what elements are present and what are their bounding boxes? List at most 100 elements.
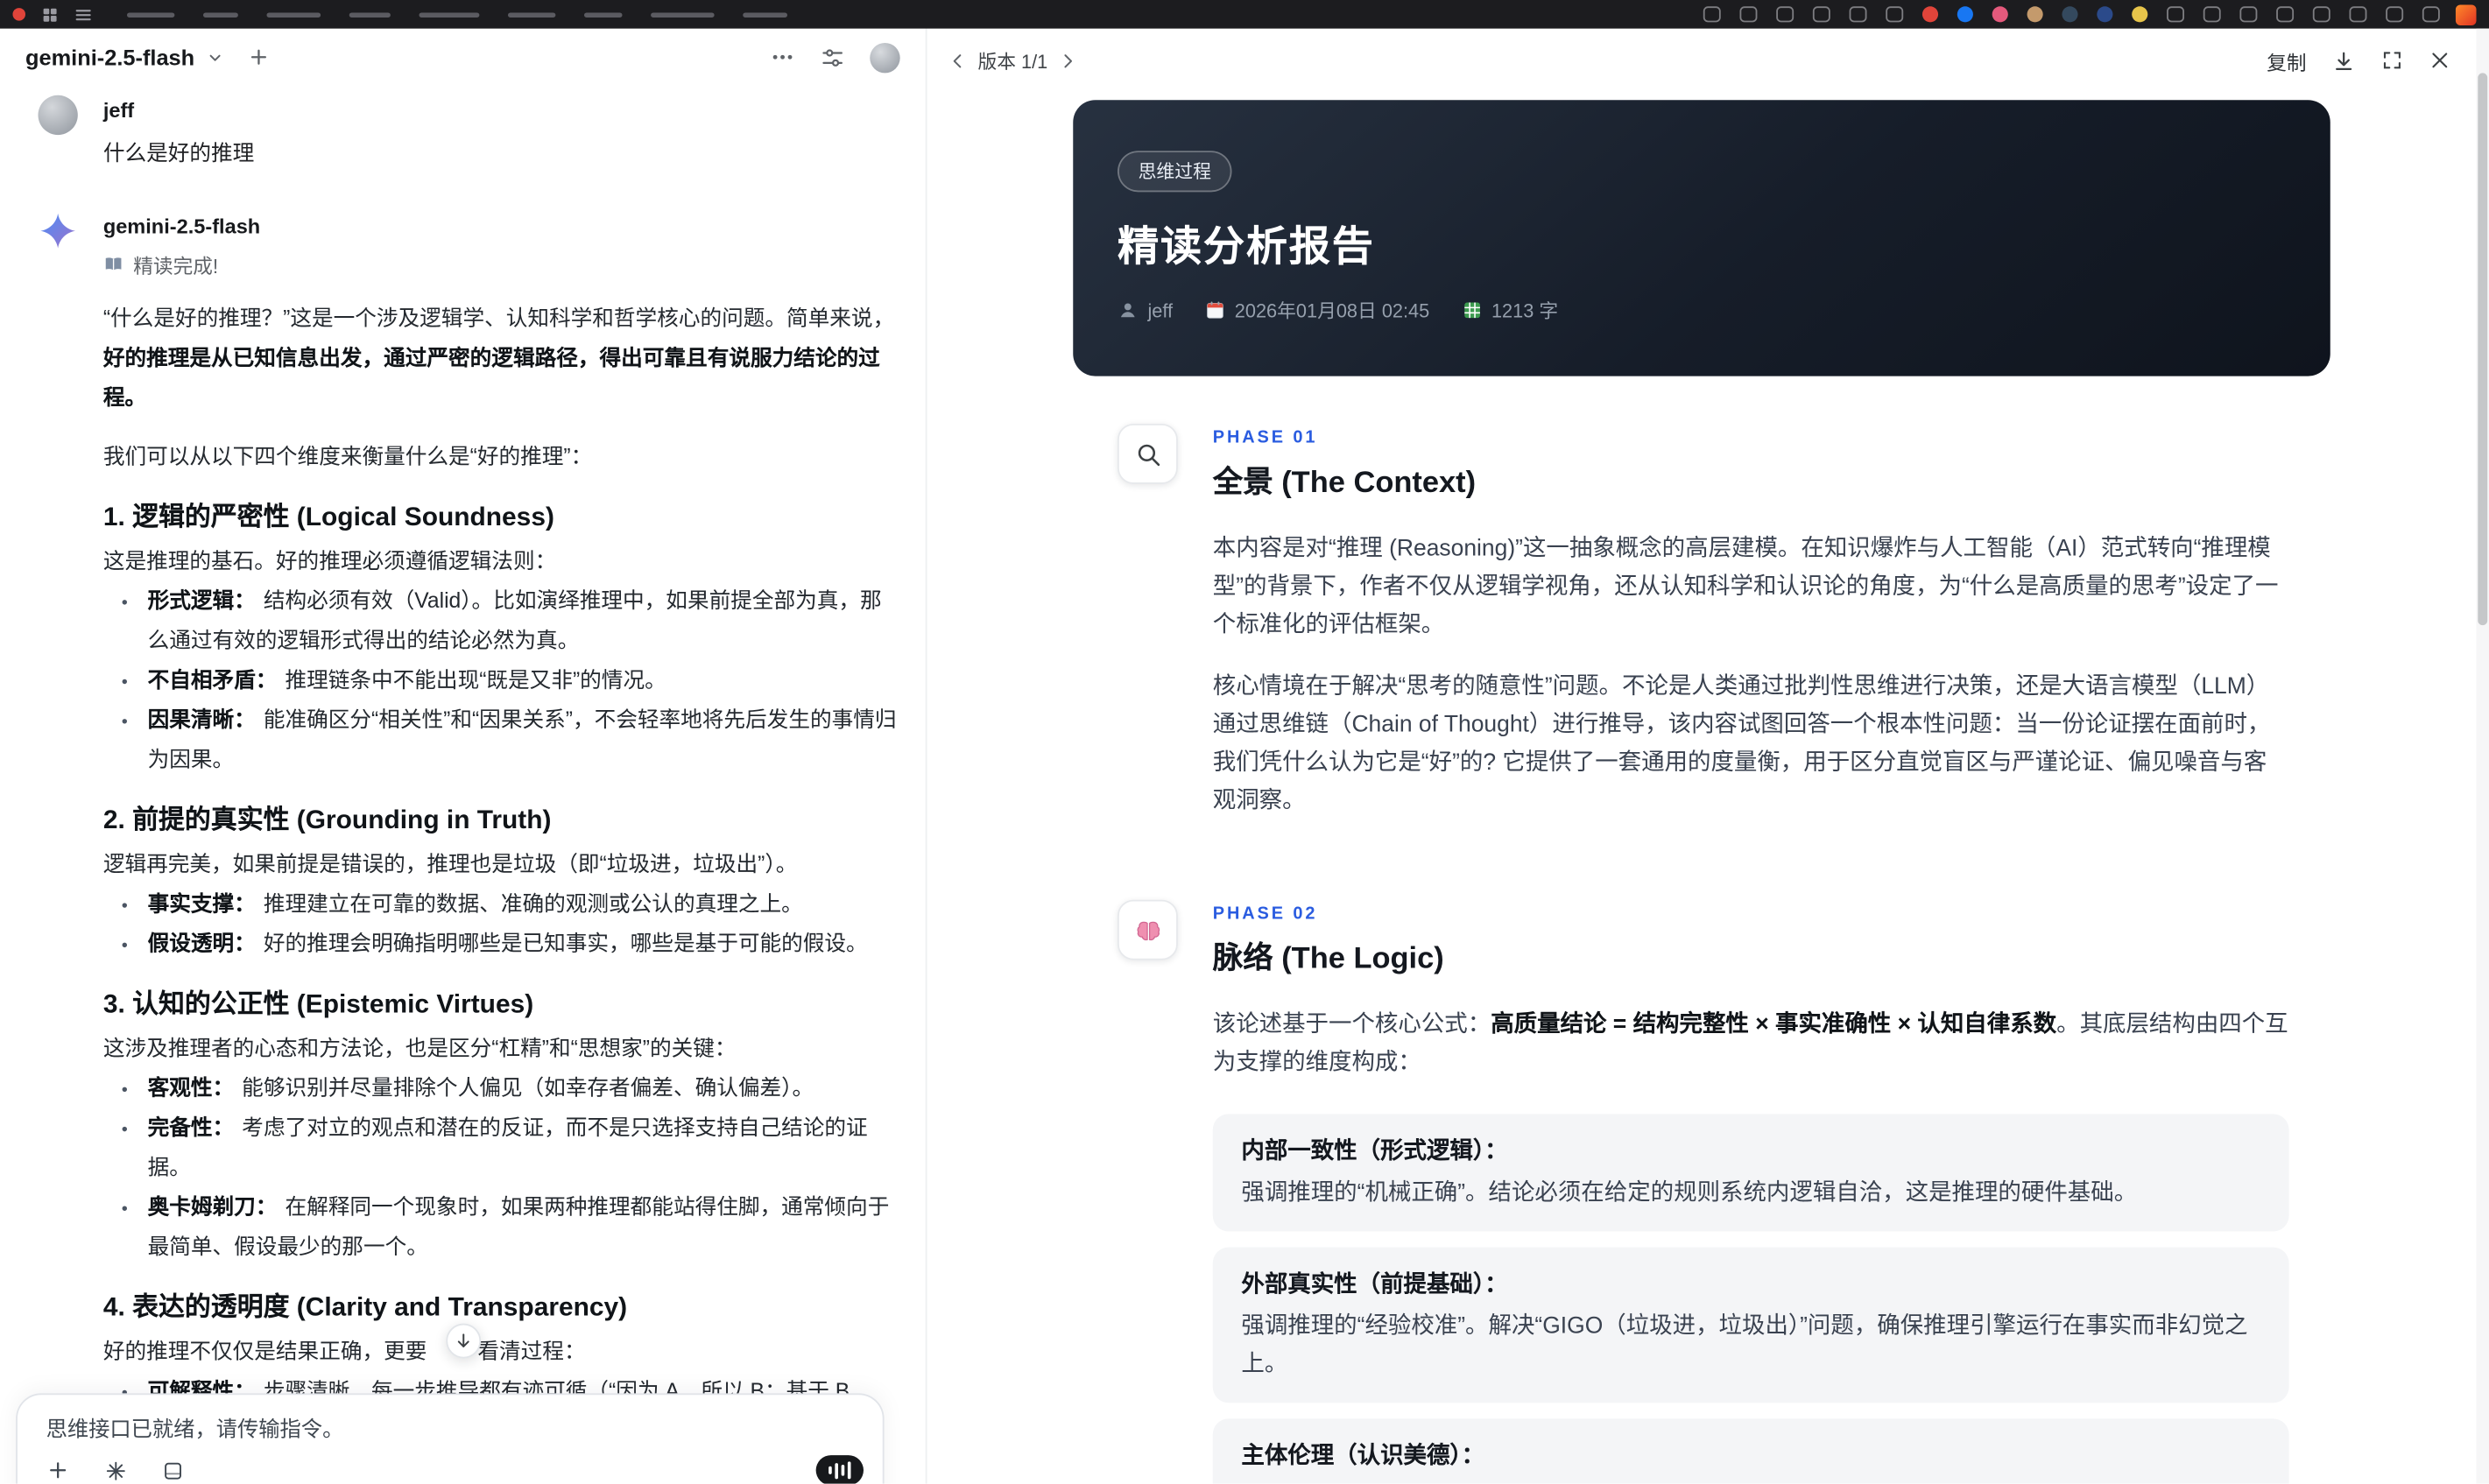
meta-author: jeff <box>1118 299 1173 321</box>
person-icon <box>1118 300 1139 321</box>
grid-icon[interactable] <box>41 5 59 23</box>
ext-slate-icon[interactable] <box>2062 6 2077 22</box>
assistant-status: 精读完成! <box>103 250 897 279</box>
ext-profile-icon[interactable] <box>1886 6 1903 22</box>
chat-message-list[interactable]: jeff 什么是好的推理 gemini-2.5-flash <box>0 86 916 1484</box>
app-window: gemini-2.5-flash <box>0 0 2489 1484</box>
chevron-down-icon[interactable] <box>206 48 223 66</box>
report-title: 精读分析报告 <box>1118 215 2286 273</box>
composer-status-text[interactable]: 思维接口已就绪，请传输指令。 <box>18 1395 883 1442</box>
model-selector[interactable]: gemini-2.5-flash <box>25 45 194 70</box>
assistant-message: gemini-2.5-flash 精读完成! “什么是好的推理？”这是一个涉及逻… <box>39 211 898 1410</box>
menubar-left <box>13 5 93 23</box>
list-item: 奥卡姆剃刀：在解释同一个现象时，如果两种推理都能站得住脚，通常倾向于最简单、假设… <box>143 1187 897 1267</box>
ext-navy-icon[interactable] <box>2097 6 2112 22</box>
assistant-name: gemini-2.5-flash <box>103 211 897 240</box>
menubar-right-icons <box>1703 6 2440 22</box>
report-hero-card: 思维过程 精读分析报告 jeff <box>1073 100 2330 376</box>
phase-2-section: PHASE 02 脉络 (The Logic) 该论述基于一个核心公式：高质量结… <box>1073 900 2330 1484</box>
ext-gray-5-icon[interactable] <box>2313 6 2330 22</box>
section-2-desc: 逻辑再完美，如果前提是错误的，推理也是垃圾（即“垃圾进，垃圾出”）。 <box>103 844 897 883</box>
phase-1-title: 全景 (The Context) <box>1213 459 2289 502</box>
lead-paragraph: 我们可以从以下四个维度来衡量什么是“好的推理”： <box>103 436 897 475</box>
ext-shield-icon[interactable] <box>1813 6 1830 22</box>
version-next-icon[interactable] <box>1059 52 1076 69</box>
composer-toolbar <box>46 1459 185 1482</box>
settings-sliders-icon[interactable] <box>821 46 844 69</box>
ext-gray-8-icon[interactable] <box>2422 6 2440 22</box>
list-item: 完备性：考虑了对立的观点和潜在的反证，而不是只选择支持自己结论的证据。 <box>143 1108 897 1187</box>
close-icon[interactable] <box>2429 49 2450 71</box>
phase-2-title: 脉络 (The Logic) <box>1213 935 2289 978</box>
ext-gray-1-icon[interactable] <box>2167 6 2184 22</box>
tools-spark-icon[interactable] <box>105 1459 127 1481</box>
dimension-card: 内部一致性（形式逻辑）： 强调推理的“机械正确”。结论必须在给定的规则系统内逻辑… <box>1213 1115 2289 1232</box>
menu-icon[interactable] <box>74 5 92 23</box>
ext-clipboard-icon[interactable] <box>1703 6 1721 22</box>
record-indicator-icon <box>13 8 26 21</box>
calendar-icon <box>1204 300 1225 321</box>
fullscreen-icon[interactable] <box>2381 49 2403 71</box>
app-body: gemini-2.5-flash <box>0 29 2489 1484</box>
section-4-title: 4. 表达的透明度 (Clarity and Transparency) <box>103 1284 897 1331</box>
attach-plus-icon[interactable] <box>46 1459 70 1482</box>
ext-pink-icon[interactable] <box>1992 6 2008 22</box>
chat-header: gemini-2.5-flash <box>0 29 926 86</box>
download-icon[interactable] <box>2332 48 2356 72</box>
user-name: jeff <box>103 95 897 124</box>
assistant-status-text: 精读完成! <box>133 250 218 279</box>
ext-gray-2-icon[interactable] <box>2203 6 2221 22</box>
menu-item-placeholder[interactable] <box>349 12 391 17</box>
phase-2-formula: 该论述基于一个核心公式：高质量结论 = 结构完整性 × 事实准确性 × 认知自律… <box>1213 1006 2289 1082</box>
assistant-message-body: “什么是好的推理？”这是一个涉及逻辑学、认知科学和哲学核心的问题。简单来说，好的… <box>103 299 897 1411</box>
dimension-card: 外部真实性（前提基础）： 强调推理的“经验校准”。解决“GIGO（垃圾进，垃圾出… <box>1213 1248 2289 1403</box>
phase-2-label: PHASE 02 <box>1213 900 2289 924</box>
chat-panel: gemini-2.5-flash <box>0 29 926 1484</box>
ext-translate-icon[interactable] <box>1740 6 1758 22</box>
user-message: jeff 什么是好的推理 <box>39 95 898 167</box>
voice-input-button[interactable] <box>816 1455 864 1484</box>
menu-item-placeholder[interactable] <box>203 12 238 17</box>
user-message-avatar <box>39 95 78 135</box>
ext-gray-3-icon[interactable] <box>2239 6 2257 22</box>
section-2-title: 2. 前提的真实性 (Grounding in Truth) <box>103 797 897 844</box>
menu-item-placeholder[interactable] <box>267 12 321 17</box>
canvas-frame-icon[interactable] <box>162 1459 184 1481</box>
menu-item-placeholder[interactable] <box>508 12 555 17</box>
ext-refresh-icon[interactable] <box>1776 6 1794 22</box>
ext-grid-icon[interactable] <box>1850 6 1867 22</box>
menu-item-placeholder[interactable] <box>651 12 715 17</box>
browser-logo-icon[interactable] <box>2456 4 2477 25</box>
word-count-icon <box>1462 300 1483 321</box>
version-prev-icon[interactable] <box>949 52 967 69</box>
list-item: 客观性：能够识别并尽量排除个人偏见（如幸存者偏差、确认偏差）。 <box>143 1068 897 1108</box>
message-composer[interactable]: 思维接口已就绪，请传输指令。 <box>16 1393 884 1483</box>
scroll-to-bottom-button[interactable] <box>446 1324 481 1359</box>
more-options-icon[interactable] <box>770 45 795 70</box>
menu-item-placeholder[interactable] <box>127 12 174 17</box>
list-item: 不自相矛盾：推理链条中不能出现“既是又非”的情况。 <box>143 660 897 700</box>
menu-item-placeholder[interactable] <box>584 12 623 17</box>
ext-facebook-blue-icon[interactable] <box>1957 6 1973 22</box>
menu-item-placeholder[interactable] <box>420 12 480 17</box>
new-chat-button[interactable] <box>247 46 269 68</box>
copy-button[interactable]: 复制 <box>2267 46 2306 75</box>
section-1-desc: 这是推理的基石。好的推理必须遵循逻辑法则： <box>103 541 897 580</box>
ext-yellow-icon[interactable] <box>2132 6 2147 22</box>
chat-header-actions <box>770 42 900 72</box>
section-3-title: 3. 认知的公正性 (Epistemic Virtues) <box>103 981 897 1028</box>
report-meta: jeff 2026年01月08日 02:45 <box>1118 297 2286 324</box>
section-2-list: 事实支撑：推理建立在可靠的数据、准确的观测或公认的真理之上。 假设透明：好的推理… <box>103 884 897 964</box>
ext-tan-icon[interactable] <box>2027 6 2043 22</box>
meta-date: 2026年01月08日 02:45 <box>1204 297 1429 324</box>
list-item: 因果清晰：能准确区分“相关性”和“因果关系”，不会轻率地将先后发生的事情归为因果… <box>143 700 897 779</box>
artifact-document[interactable]: 思维过程 精读分析报告 jeff <box>927 82 2477 1483</box>
ext-gray-4-icon[interactable] <box>2276 6 2294 22</box>
ext-gray-6-icon[interactable] <box>2350 6 2367 22</box>
phase-1-section: PHASE 01 全景 (The Context) 本内容是对“推理 (Reas… <box>1073 424 2330 843</box>
user-avatar[interactable] <box>870 42 899 72</box>
ext-gray-7-icon[interactable] <box>2386 6 2403 22</box>
scrollbar-thumb[interactable] <box>2478 73 2487 625</box>
menu-item-placeholder[interactable] <box>743 12 787 17</box>
ext-red-icon[interactable] <box>1922 6 1938 22</box>
